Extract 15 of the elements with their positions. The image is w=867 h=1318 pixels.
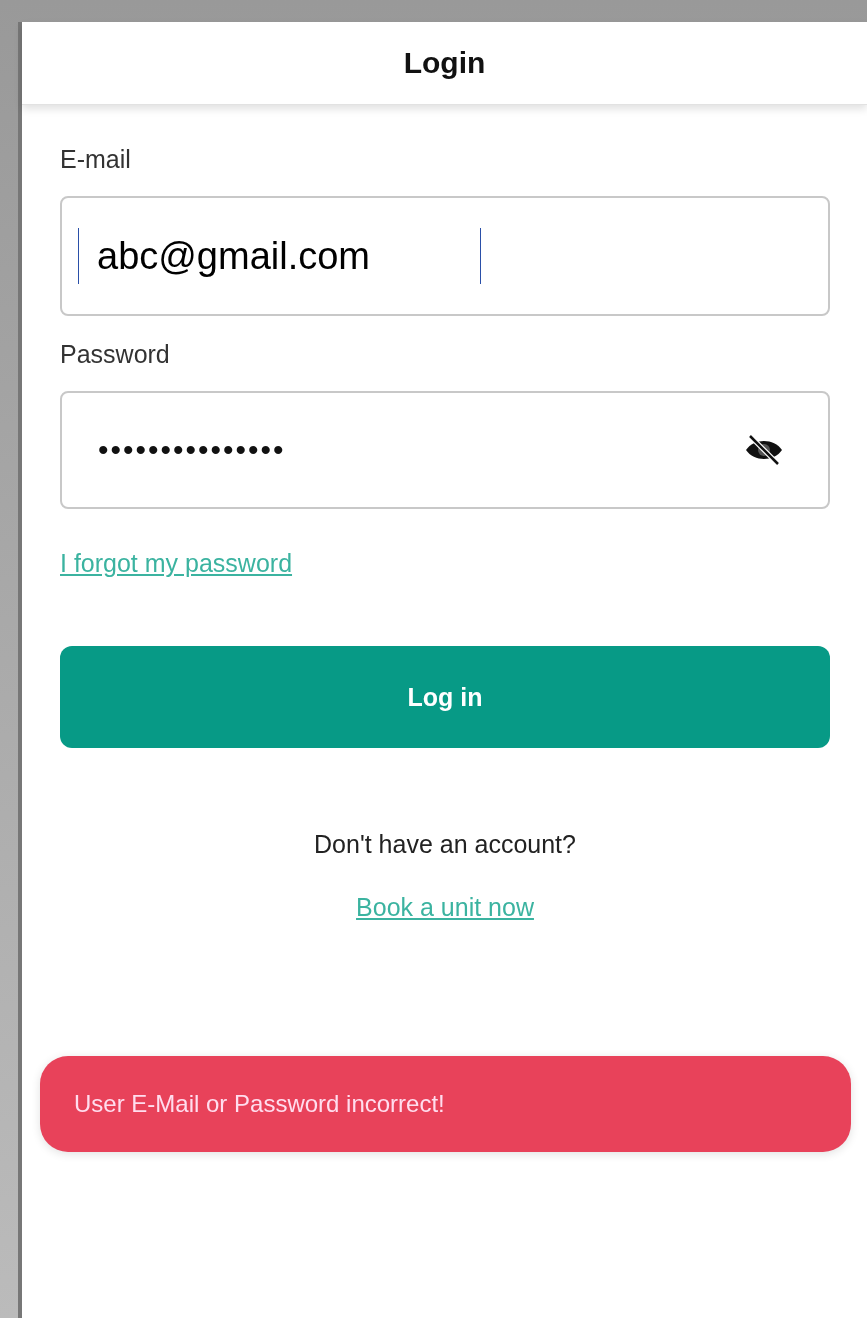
email-field[interactable]: abc@gmail.com	[60, 196, 830, 316]
login-button[interactable]: Log in	[60, 646, 830, 748]
email-label: E-mail	[60, 145, 131, 174]
error-toast: User E-Mail or Password incorrect!	[40, 1056, 851, 1152]
password-field[interactable]: •••••••••••••••	[60, 391, 830, 509]
screen-title: Login	[403, 46, 486, 80]
book-unit-link[interactable]: Book a unit now	[356, 893, 534, 922]
signup-prompt: Don't have an account?	[314, 830, 576, 859]
password-label: Password	[60, 340, 170, 369]
eye-slash-icon[interactable]	[744, 434, 784, 466]
text-cursor	[78, 228, 79, 284]
password-value: •••••••••••••••	[98, 433, 286, 467]
email-value: abc@gmail.com	[97, 234, 370, 278]
text-cursor	[480, 228, 481, 284]
forgot-password-link[interactable]: I forgot my password	[60, 549, 293, 578]
